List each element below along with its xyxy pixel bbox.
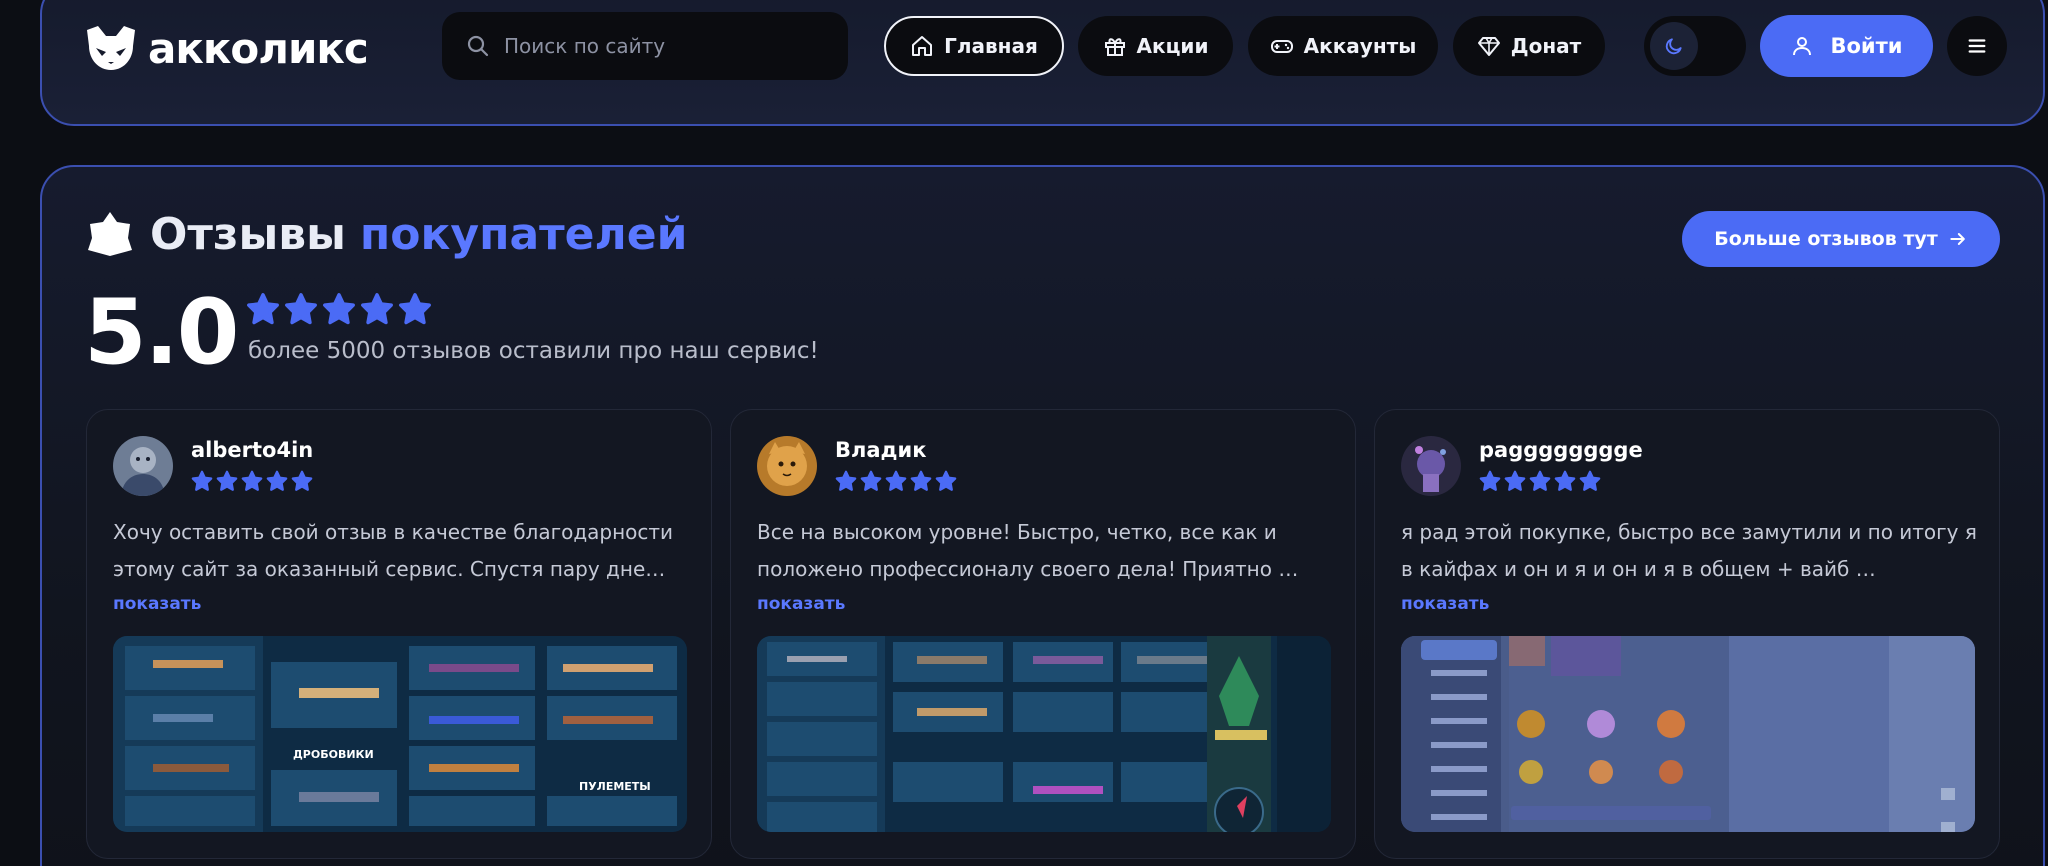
pentagon-star-icon	[88, 212, 132, 256]
hamburger-icon	[1968, 39, 1986, 53]
star-icon	[1554, 470, 1576, 491]
more-reviews-button[interactable]: Больше отзывов тут	[1682, 211, 2000, 267]
login-button[interactable]: Войти	[1760, 15, 1933, 77]
nav-donate[interactable]: Донат	[1453, 16, 1605, 76]
star-icon	[241, 470, 263, 491]
avatar	[757, 436, 817, 496]
show-more-link[interactable]: показать	[757, 594, 845, 614]
star-icon	[910, 470, 932, 491]
gamepad-icon	[1270, 40, 1293, 53]
site-logo[interactable]: акколикс	[84, 20, 369, 76]
arrow-right-icon	[1950, 233, 1965, 245]
nav-promos[interactable]: Акции	[1078, 16, 1233, 76]
star-icon	[266, 470, 288, 491]
moon-icon	[1665, 38, 1682, 55]
avatar	[1401, 436, 1461, 496]
nav-promos-label: Акции	[1136, 34, 1209, 58]
star-icon	[216, 470, 238, 491]
star-icon	[247, 293, 279, 325]
search-icon	[467, 35, 489, 57]
review-text: Все на высоком уровне! Быстро, четко, вс…	[757, 520, 1299, 581]
theme-toggle[interactable]	[1644, 16, 1746, 76]
nav-accounts[interactable]: Аккаунты	[1248, 16, 1438, 76]
fox-logo-icon	[87, 26, 135, 70]
star-icon	[885, 470, 907, 491]
star-icon	[935, 470, 957, 491]
reviewer-name: Владик	[835, 438, 927, 462]
review-text: я рад этой покупке, быстро все замутили …	[1401, 520, 1977, 581]
star-icon	[323, 293, 355, 325]
diamond-icon	[1477, 37, 1500, 56]
gift-icon	[1104, 38, 1125, 56]
nav-home[interactable]: Главная	[884, 16, 1064, 76]
review-card: Владик Все на высоком уровне! Быстро, че…	[730, 409, 1356, 859]
star-icon	[399, 293, 431, 325]
star-icon	[1579, 470, 1601, 491]
star-icon	[285, 293, 317, 325]
reviewer-name: alberto4in	[191, 438, 314, 462]
reviewer-stars	[835, 470, 957, 492]
avatar	[113, 436, 173, 496]
star-icon	[191, 470, 213, 491]
star-icon	[860, 470, 882, 491]
reviews-title-accent: покупателей	[359, 208, 688, 260]
nav-accounts-label: Аккаунты	[1303, 34, 1417, 58]
image-label: ДРОБОВИКИ	[293, 748, 374, 761]
rating-stars	[246, 292, 432, 326]
star-icon	[1529, 470, 1551, 491]
user-icon	[1793, 37, 1812, 56]
rating-subtitle: более 5000 отзывов оставили про наш серв…	[248, 338, 819, 364]
show-more-link[interactable]: показать	[1401, 594, 1489, 614]
home-icon	[912, 36, 933, 56]
login-label: Войти	[1830, 34, 1903, 58]
reviewer-stars	[191, 470, 313, 492]
search-input[interactable]	[504, 34, 834, 58]
show-more-link[interactable]: показать	[113, 594, 201, 614]
rating-score: 5.0	[84, 280, 239, 385]
star-icon	[361, 293, 393, 325]
more-reviews-label: Больше отзывов тут	[1714, 228, 1938, 250]
logo-text: акколикс	[148, 23, 369, 73]
reviewer-stars	[1479, 470, 1601, 492]
menu-button[interactable]	[1947, 16, 2007, 76]
reviewer-name: pagggggggge	[1479, 438, 1643, 462]
review-card: pagggggggge я рад этой покупке, быстро в…	[1374, 409, 2000, 859]
nav-home-label: Главная	[944, 34, 1038, 58]
star-icon	[1479, 470, 1501, 491]
review-screenshot[interactable]: ДРОБОВИКИ ПУЛЕМЕТЫ	[113, 636, 687, 832]
reviews-title-main: Отзывы	[150, 208, 346, 260]
nav-donate-label: Донат	[1510, 34, 1582, 58]
review-screenshot[interactable]	[757, 636, 1331, 832]
review-text: Хочу оставить свой отзыв в качестве благ…	[113, 520, 674, 581]
reviews-title: Отзывы покупателей	[84, 208, 687, 260]
star-icon	[291, 470, 313, 491]
image-label: ПУЛЕМЕТЫ	[579, 780, 651, 793]
star-icon	[1504, 470, 1526, 491]
theme-toggle-knob	[1650, 22, 1698, 70]
review-screenshot[interactable]	[1401, 636, 1975, 832]
star-icon	[835, 470, 857, 491]
search-bar[interactable]	[442, 12, 848, 80]
review-card: alberto4in Хочу оставить свой отзыв в ка…	[86, 409, 712, 859]
